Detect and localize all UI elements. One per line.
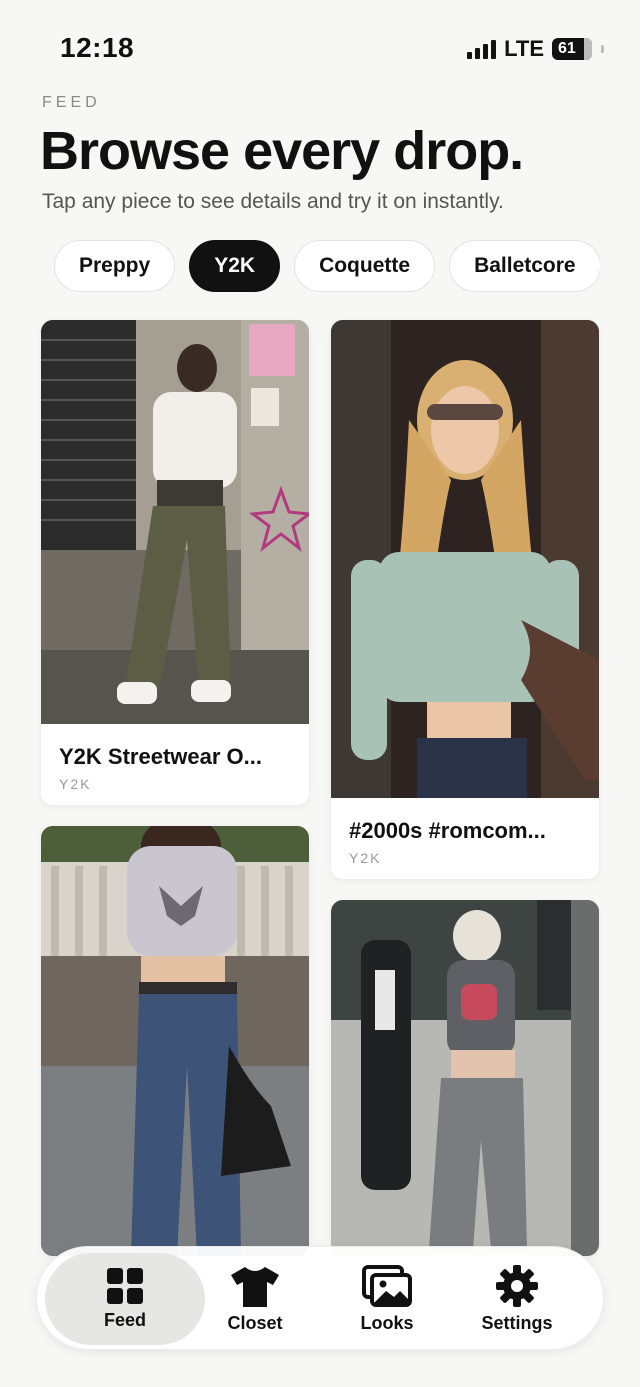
card-title: Y2K Streetwear O... [59,744,262,769]
outfit-photo [331,320,599,798]
card-tag: Y2K [59,776,92,792]
status-bar: 12:18 LTE 61 [0,0,640,100]
feed-card[interactable] [331,900,599,1256]
card-info: Y2K Streetwear O... Y2K [41,724,309,805]
battery-level: 61 [558,40,576,57]
outfit-photo [41,320,309,724]
tab-label: Feed [103,1309,146,1330]
category-chips[interactable]: Preppy Y2K Coquette Balletcore [40,240,600,294]
section-eyebrow: FEED [42,94,101,111]
tshirt-icon [231,1266,279,1307]
tab-bar: Feed Closet Looks Settings [36,1246,604,1350]
card-tag: Y2K [349,850,382,866]
app-screen: 12:18 LTE 61 FEED Browse every drop. Tap… [0,0,640,1387]
tab-label: Settings [481,1312,553,1333]
card-info: #2000s #romcom... Y2K [331,798,599,879]
network-label: LTE [504,36,544,61]
tab-settings[interactable]: Settings [437,1253,597,1345]
feed-card[interactable]: #2000s #romcom... Y2K [331,320,599,879]
tab-label: Closet [227,1312,283,1333]
feed-card[interactable] [41,826,309,1256]
status-indicators: LTE 61 [467,36,604,62]
page-title: Browse every drop. [40,121,524,181]
tab-label: Looks [360,1312,414,1333]
chip-preppy[interactable]: Preppy [54,240,176,292]
status-time: 12:18 [60,32,135,63]
page-subtitle: Tap any piece to see details and try it … [42,190,504,213]
chip-balletcore[interactable]: Balletcore [449,240,600,292]
gear-icon [496,1264,538,1307]
card-title: #2000s #romcom... [349,818,546,843]
feed-card[interactable]: Y2K Streetwear O... Y2K [41,320,309,805]
signal-icon [467,39,497,59]
grid-icon [107,1267,143,1304]
battery-icon: 61 [552,38,592,60]
photos-icon [362,1264,412,1307]
outfit-photo [331,900,599,1256]
chip-coquette[interactable]: Coquette [294,240,436,292]
chip-y2k[interactable]: Y2K [189,240,281,292]
outfit-photo [41,826,309,1256]
